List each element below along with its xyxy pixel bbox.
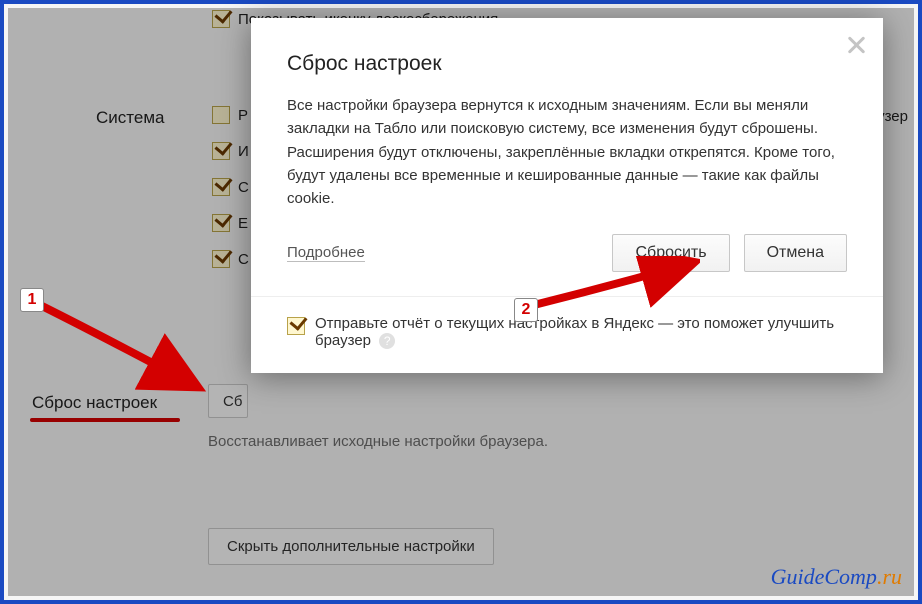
watermark-part1: GuideComp xyxy=(771,564,877,589)
send-report-label: Отправьте отчёт о текущих настройках в Я… xyxy=(315,315,847,349)
modal-body-text: Все настройки браузера вернутся к исходн… xyxy=(287,94,847,210)
annotation-arrow-1 xyxy=(32,296,212,396)
button-label: Отмена xyxy=(767,244,824,261)
help-icon[interactable]: ? xyxy=(379,333,395,349)
send-report-checkbox[interactable] xyxy=(287,317,305,335)
learn-more-link[interactable]: Подробнее xyxy=(287,244,365,262)
annotation-marker-2: 2 xyxy=(514,298,538,322)
modal-title: Сброс настроек xyxy=(287,52,847,76)
link-label: Подробнее xyxy=(287,244,365,261)
annotation-arrow-2 xyxy=(520,256,700,316)
watermark-part2: .ru xyxy=(877,564,902,589)
close-icon[interactable] xyxy=(845,34,867,56)
watermark: GuideComp.ru xyxy=(771,564,902,590)
cancel-button[interactable]: Отмена xyxy=(744,234,847,272)
annotated-screenshot: Показывать иконку доскосбережения Систем… xyxy=(0,0,922,604)
reset-confirm-modal: Сброс настроек Все настройки браузера ве… xyxy=(251,18,883,373)
annotation-marker-1: 1 xyxy=(20,288,44,312)
